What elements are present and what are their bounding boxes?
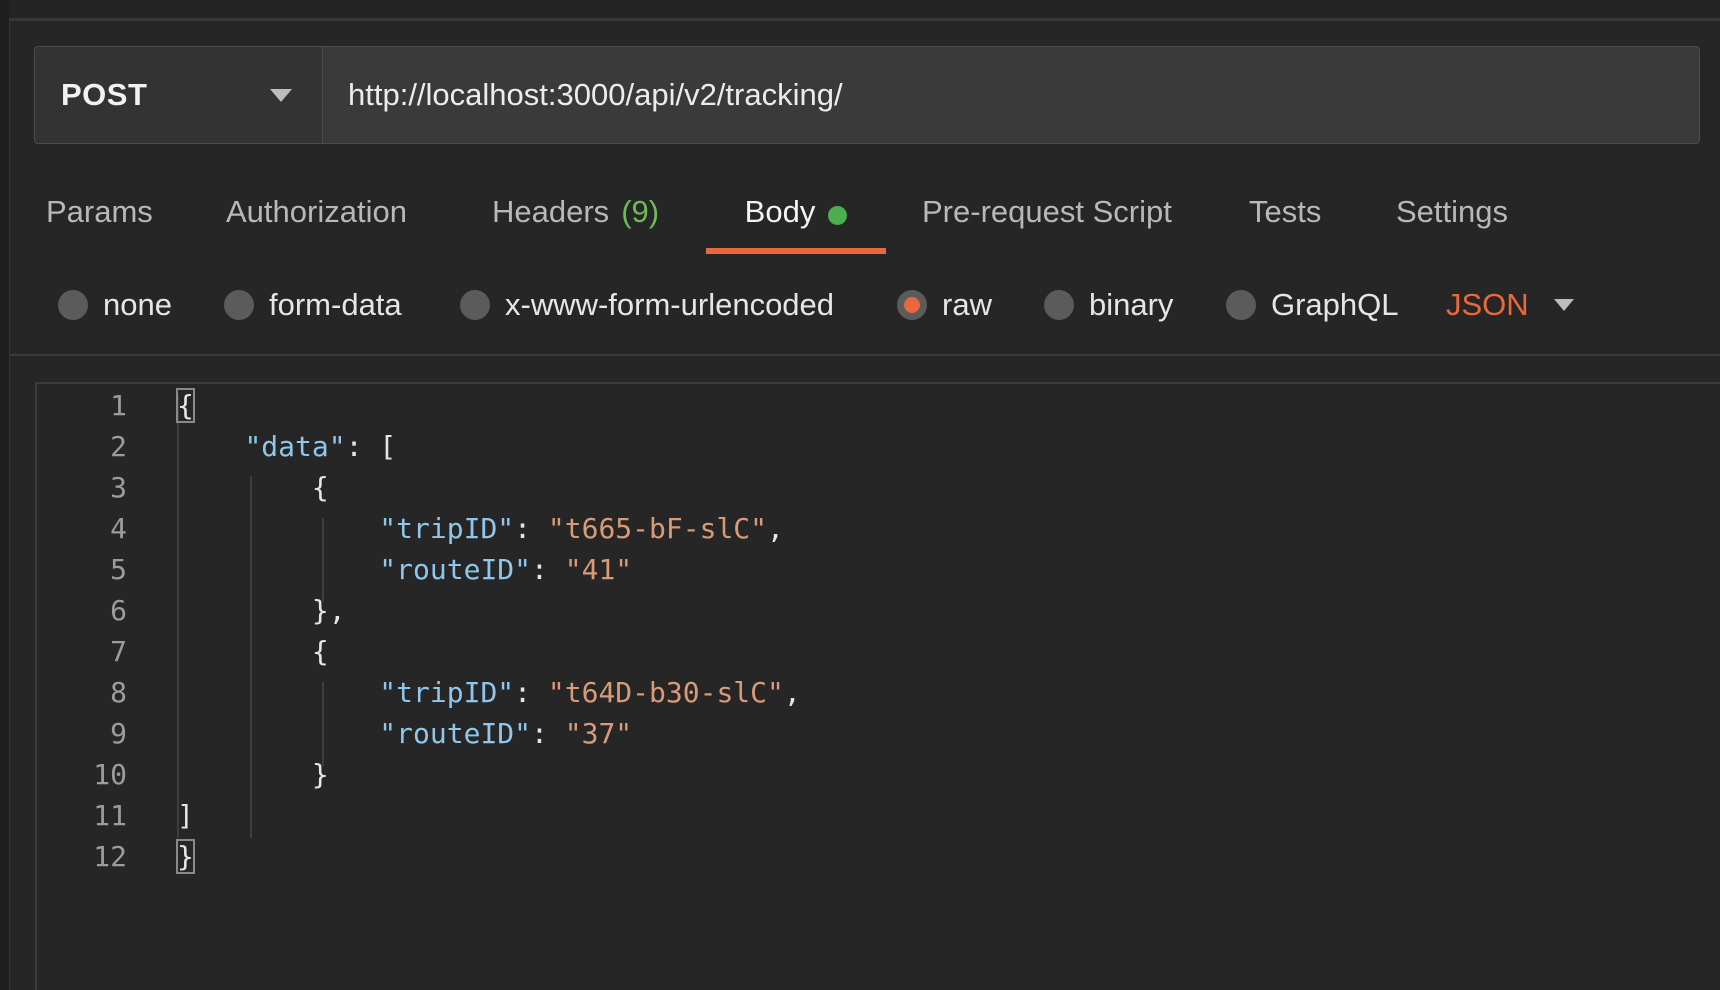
http-method-label: POST (61, 77, 148, 112)
tab-label: Authorization (226, 194, 407, 229)
line-number: 7 (110, 635, 127, 668)
line-number: 12 (93, 840, 127, 873)
code-text: "routeID": "41" (379, 553, 633, 586)
url-input[interactable] (323, 47, 1699, 143)
line-number: 6 (110, 594, 127, 627)
radio-graphql[interactable]: GraphQL (1226, 280, 1399, 330)
tab-pre-request-script[interactable]: Pre-request Script (922, 180, 1172, 256)
code-text: ] (177, 799, 194, 832)
tab-label: Pre-request Script (922, 194, 1172, 229)
code-line: 4 "tripID": "t665-bF-slC", (37, 507, 1717, 551)
code-text: { (311, 471, 329, 504)
tab-authorization[interactable]: Authorization (226, 180, 407, 256)
code-line: 12} (37, 835, 1717, 879)
code-text: { (311, 635, 329, 668)
radio-label: x-www-form-urlencoded (505, 287, 835, 322)
radio-button-icon (58, 290, 88, 320)
chevron-down-icon (270, 88, 292, 102)
radio-button-icon (460, 290, 490, 320)
code-line: 11] (37, 794, 1717, 838)
request-tabs: Params Authorization Headers (9) Body Pr… (0, 180, 1720, 256)
radio-raw[interactable]: raw (897, 280, 992, 330)
tab-settings[interactable]: Settings (1396, 180, 1508, 256)
line-number: 8 (110, 676, 127, 709)
radio-label: none (103, 287, 172, 322)
request-bar: POST (34, 46, 1700, 144)
tab-headers[interactable]: Headers (9) (492, 180, 659, 256)
body-type-options: none form-data x-www-form-urlencoded raw… (0, 280, 1720, 330)
code-line: 10 } (37, 753, 1717, 797)
top-tab-strip (9, 0, 1720, 21)
radio-label: raw (942, 287, 992, 322)
language-select[interactable]: JSON (1446, 280, 1586, 330)
code-line: 1{ (37, 384, 1717, 428)
code-text: { (176, 388, 195, 423)
radio-button-icon (224, 290, 254, 320)
code-line: 6 }, (37, 589, 1717, 633)
code-line: 8 "tripID": "t64D-b30-slC", (37, 671, 1717, 715)
line-number: 11 (93, 799, 127, 832)
line-number: 10 (93, 758, 127, 791)
line-number: 5 (110, 553, 127, 586)
line-number: 2 (110, 430, 127, 463)
radio-button-checked-icon (897, 290, 927, 320)
code-text: }, (311, 594, 346, 627)
code-line: 3 { (37, 466, 1717, 510)
headers-count-badge: (9) (621, 194, 660, 229)
code-line: 5 "routeID": "41" (37, 548, 1717, 592)
radio-label: GraphQL (1271, 287, 1399, 322)
chevron-down-icon (1554, 299, 1574, 311)
code-text: "data": [ (244, 430, 397, 463)
code-line: 2 "data": [ (37, 425, 1717, 469)
tab-label: Body (744, 194, 816, 229)
line-number: 3 (110, 471, 127, 504)
tab-label: Headers (492, 194, 610, 229)
tab-body[interactable]: Body (706, 180, 886, 256)
code-text: } (311, 758, 329, 791)
language-label: JSON (1446, 287, 1529, 322)
left-sidebar-edge (0, 0, 10, 990)
code-text: } (176, 839, 195, 874)
postman-request-editor: POST Params Authorization Headers (9) Bo… (0, 0, 1720, 990)
tab-tests[interactable]: Tests (1249, 180, 1321, 256)
code-editor[interactable]: 1{2 "data": [3 {4 "tripID": "t665-bF-slC… (35, 382, 1720, 990)
tab-label: Tests (1249, 194, 1322, 229)
http-method-select[interactable]: POST (35, 47, 323, 143)
body-status-dot-icon (828, 206, 848, 225)
section-divider (9, 354, 1720, 356)
radio-none[interactable]: none (58, 280, 172, 330)
radio-form-data[interactable]: form-data (224, 280, 402, 330)
code-line: 9 "routeID": "37" (37, 712, 1717, 756)
line-number: 9 (110, 717, 127, 750)
line-number: 4 (110, 512, 127, 545)
radio-x-www-form-urlencoded[interactable]: x-www-form-urlencoded (460, 280, 834, 330)
radio-label: form-data (269, 287, 402, 322)
tab-params[interactable]: Params (46, 180, 153, 256)
code-text: "tripID": "t665-bF-slC", (379, 512, 784, 545)
tab-label: Settings (1396, 194, 1509, 229)
radio-label: binary (1089, 287, 1174, 322)
radio-binary[interactable]: binary (1044, 280, 1173, 330)
line-number: 1 (110, 389, 127, 422)
code-text: "routeID": "37" (379, 717, 633, 750)
tab-label: Params (46, 194, 153, 229)
radio-button-icon (1044, 290, 1074, 320)
code-text: "tripID": "t64D-b30-slC", (379, 676, 801, 709)
code-line: 7 { (37, 630, 1717, 674)
radio-button-icon (1226, 290, 1256, 320)
